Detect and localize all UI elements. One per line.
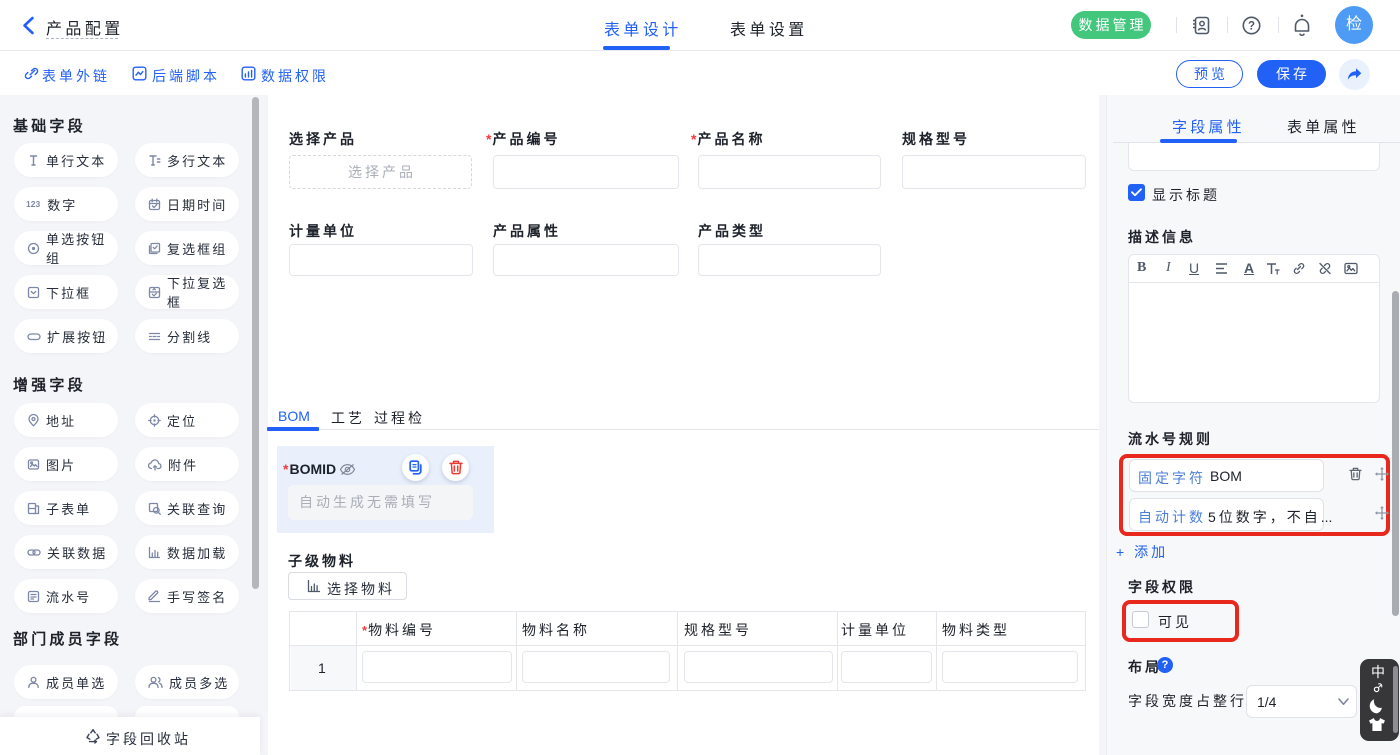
svg-text:?: ? xyxy=(1248,21,1255,33)
